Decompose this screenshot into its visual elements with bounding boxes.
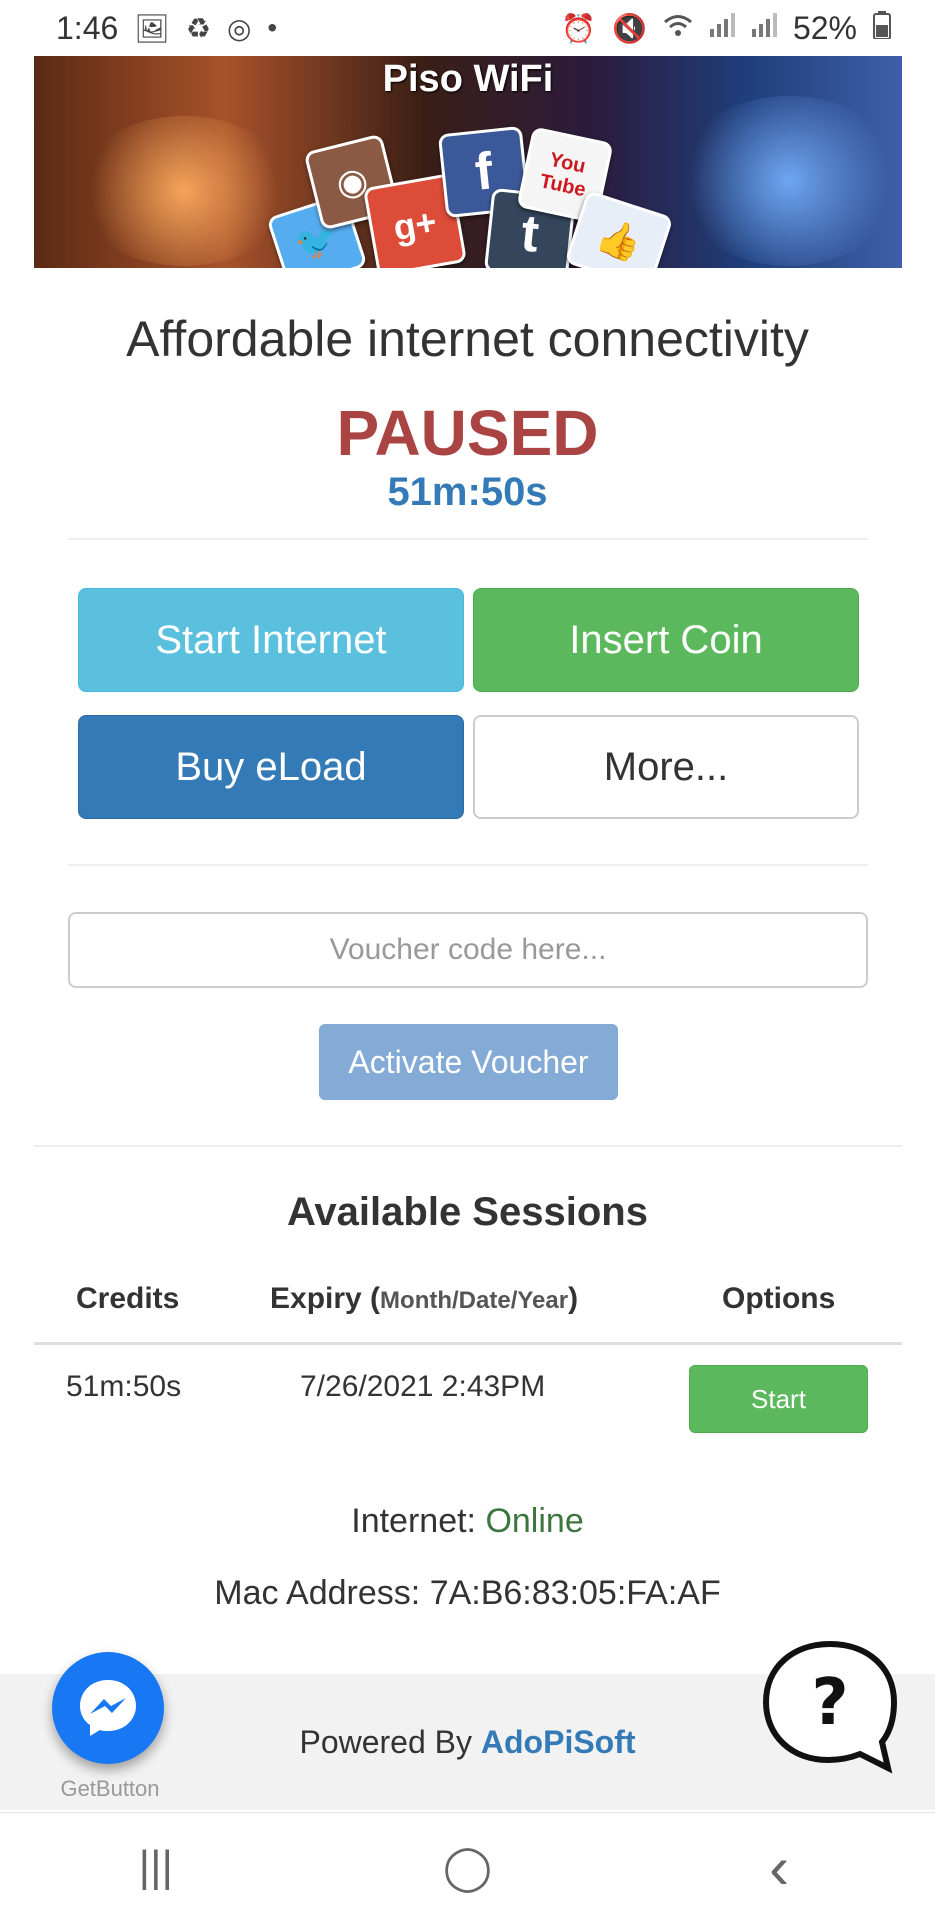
banner-title: Piso WiFi: [382, 58, 554, 100]
recents-icon[interactable]: |||: [96, 1842, 216, 1892]
banner-glow-right: [674, 96, 902, 266]
session-credits: 51m:50s: [66, 1370, 182, 1403]
messenger-icon: [80, 1680, 136, 1736]
start-internet-button[interactable]: Start Internet: [78, 588, 464, 692]
buy-eload-button[interactable]: Buy eLoad: [78, 715, 464, 819]
expiry-format-note: Month/Date/Year: [380, 1287, 569, 1314]
back-icon[interactable]: ‹: [719, 1833, 839, 1902]
more-button[interactable]: More...: [473, 715, 859, 819]
brand-link[interactable]: AdoPiSoft: [481, 1724, 636, 1760]
session-start-button[interactable]: Start: [689, 1365, 868, 1433]
connection-status: PAUSED: [336, 397, 599, 469]
expiry-header-label: Expiry: [270, 1282, 362, 1315]
sync-icon: ♻: [185, 12, 211, 44]
help-glyph: ?: [811, 1666, 848, 1740]
sessions-title: Available Sessions: [287, 1190, 648, 1234]
divider: [68, 538, 868, 540]
signal-icon: [709, 12, 735, 44]
messenger-button[interactable]: [52, 1652, 164, 1764]
wifi-icon: [663, 12, 693, 44]
voucher-code-input[interactable]: [68, 912, 868, 988]
image-icon: 🖼: [134, 12, 170, 44]
options-header: Options: [722, 1282, 836, 1315]
remaining-time: 51m:50s: [387, 470, 548, 514]
expiry-header: Expiry (Month/Date/Year): [270, 1282, 579, 1315]
banner-image: Piso WiFi 🐦 ◉ g+ f t You Tube 👍: [34, 56, 902, 268]
divider: [34, 1145, 902, 1147]
session-expiry: 7/26/2021 2:43PM: [300, 1370, 546, 1403]
status-time: 1:46: [56, 9, 119, 46]
activate-voucher-button[interactable]: Activate Voucher: [319, 1024, 618, 1100]
dot-icon: •: [267, 12, 278, 43]
battery-icon: [873, 10, 891, 46]
mac-value: 7A:B6:83:05:FA:AF: [429, 1574, 721, 1612]
table-header-divider: [34, 1342, 902, 1345]
internet-status-line: Internet: Online: [0, 1502, 935, 1541]
insert-coin-button[interactable]: Insert Coin: [473, 588, 859, 692]
signal-icon: [751, 12, 777, 44]
home-icon[interactable]: ◯: [407, 1842, 527, 1893]
mac-address-line: Mac Address: 7A:B6:83:05:FA:AF: [0, 1574, 935, 1613]
divider: [68, 864, 868, 866]
getbutton-label: GetButton: [60, 1776, 160, 1801]
credits-header: Credits: [76, 1282, 180, 1315]
mac-label: Mac Address:: [214, 1574, 421, 1612]
help-bubble-icon: ?: [762, 1640, 898, 1774]
status-bar: 1:46 🖼 ♻ ◎ • ⏰ 🔇 52%: [0, 0, 935, 56]
internet-status: Online: [485, 1502, 584, 1540]
banner-glow-left: [74, 116, 294, 266]
status-right: ⏰ 🔇 52%: [561, 10, 891, 47]
powered-label: Powered By: [299, 1724, 472, 1760]
alarm-icon: ⏰: [561, 12, 597, 44]
android-nav-bar: ||| ◯ ‹: [0, 1812, 935, 1921]
internet-label: Internet:: [351, 1502, 476, 1540]
mute-icon: 🔇: [612, 12, 647, 44]
chrome-icon: ◎: [226, 12, 252, 44]
status-left: 1:46 🖼 ♻ ◎ •: [56, 10, 277, 47]
battery-percent: 52%: [792, 9, 857, 46]
help-button[interactable]: ?: [760, 1638, 900, 1778]
page-title: Affordable internet connectivity: [126, 311, 809, 367]
